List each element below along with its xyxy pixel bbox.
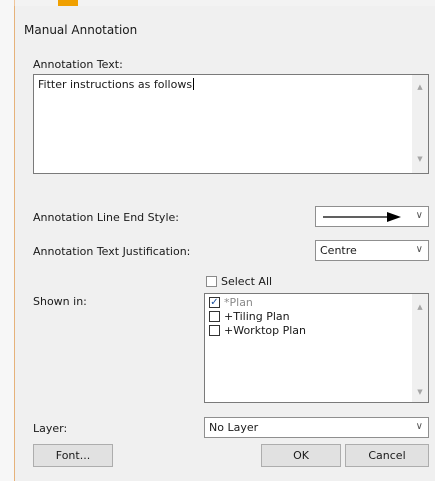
dialog-title: Manual Annotation — [24, 23, 138, 37]
scroll-down-arrow-icon[interactable]: ▼ — [412, 388, 428, 396]
chevron-down-icon: ∨ — [415, 421, 423, 432]
annotation-text-scrollbar[interactable]: ▲ ▼ — [412, 75, 428, 173]
text-justification-label: Annotation Text Justification: — [33, 245, 191, 258]
line-end-style-label: Annotation Line End Style: — [33, 211, 179, 224]
tiling-plan-checkbox[interactable] — [209, 311, 220, 322]
annotation-text-label: Annotation Text: — [33, 58, 123, 71]
layer-label: Layer: — [33, 422, 68, 435]
select-all-checkbox[interactable] — [206, 276, 217, 287]
arrow-right-line-icon — [323, 212, 401, 222]
worktop-plan-checkbox[interactable] — [209, 325, 220, 336]
justification-value: Centre — [320, 244, 357, 257]
shown-in-item-label: +Tiling Plan — [224, 310, 290, 323]
shown-in-label: Shown in: — [33, 295, 87, 308]
annotation-text-value: Fitter instructions as follows — [38, 78, 193, 91]
select-all-checkbox-row[interactable]: Select All — [206, 275, 326, 288]
manual-annotation-dialog: Manual Annotation Annotation Text: Fitte… — [14, 6, 435, 481]
plan-checkbox[interactable]: ✓ — [209, 297, 220, 308]
line-end-style-dropdown[interactable]: ∨ — [315, 206, 429, 227]
shown-in-listbox[interactable]: ✓ *Plan +Tiling Plan +Worktop Plan ▲ ▼ — [204, 293, 429, 403]
shown-in-item-label: +Worktop Plan — [224, 324, 306, 337]
text-justification-dropdown[interactable]: Centre ∨ — [315, 240, 429, 261]
select-all-label: Select All — [221, 275, 273, 288]
layer-dropdown[interactable]: No Layer ∨ — [204, 417, 429, 438]
text-caret — [193, 78, 195, 90]
scroll-up-arrow-icon[interactable]: ▲ — [412, 303, 428, 311]
font-button[interactable]: Font... — [33, 444, 113, 467]
cancel-button[interactable]: Cancel — [345, 444, 429, 467]
scroll-up-arrow-icon[interactable]: ▲ — [412, 83, 428, 91]
ok-button[interactable]: OK — [261, 444, 341, 467]
chevron-down-icon: ∨ — [415, 210, 423, 221]
layer-value: No Layer — [209, 421, 259, 434]
scroll-down-arrow-icon[interactable]: ▼ — [412, 155, 428, 163]
parent-window-left-edge — [0, 0, 15, 481]
shown-in-item-label: *Plan — [224, 296, 253, 309]
chevron-down-icon: ∨ — [415, 244, 423, 255]
annotation-text-area[interactable]: Fitter instructions as follows ▲ ▼ — [33, 74, 429, 174]
shown-in-scrollbar[interactable]: ▲ ▼ — [412, 294, 428, 402]
